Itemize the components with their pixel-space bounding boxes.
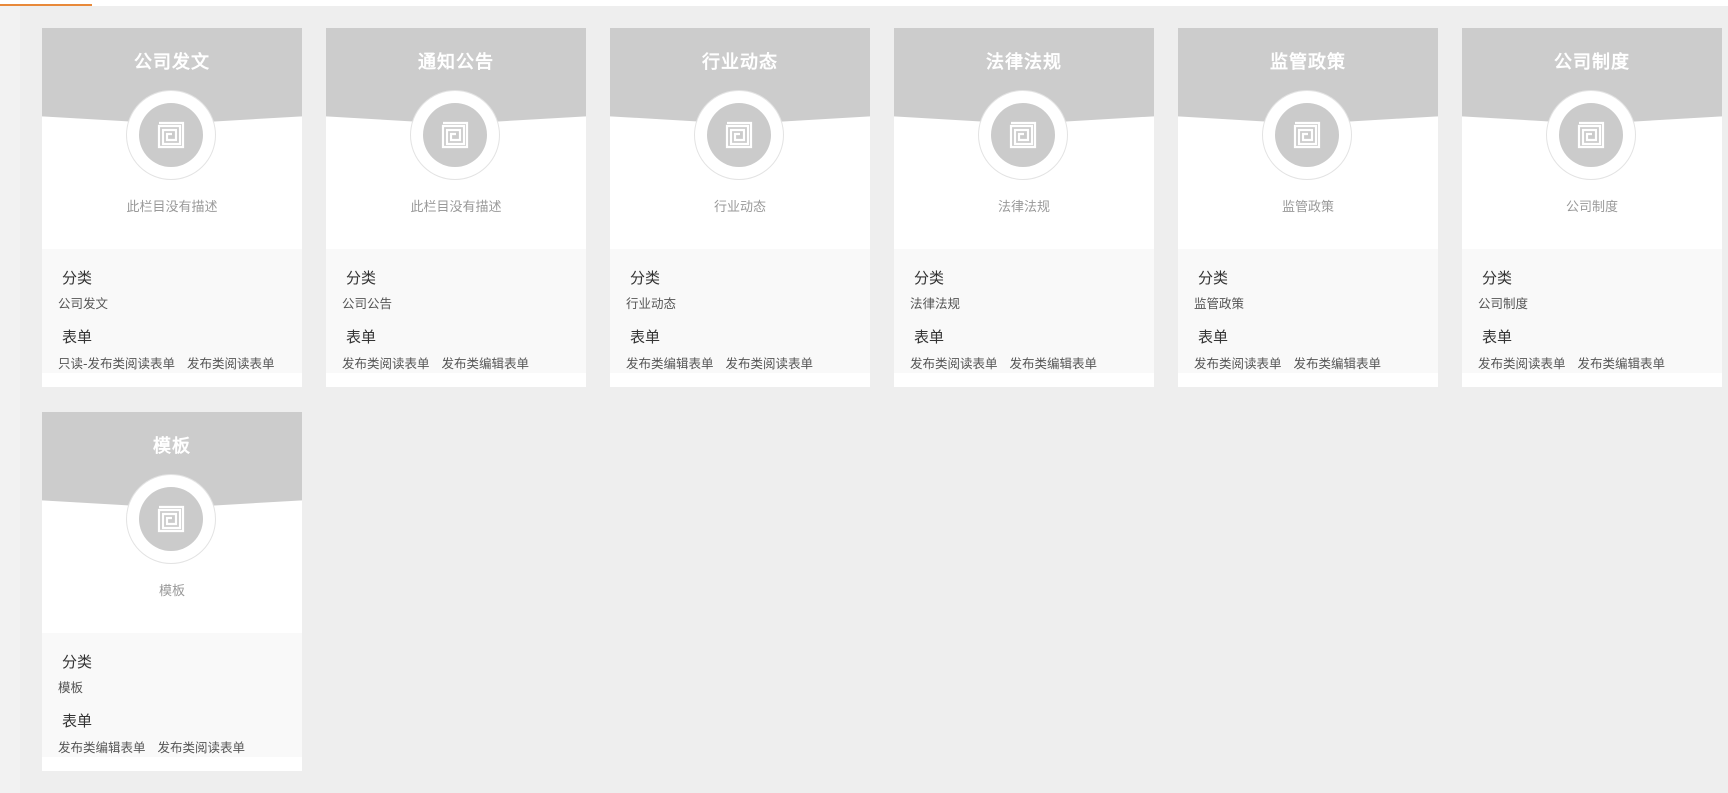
card-description: 公司制度 xyxy=(1565,200,1618,215)
column-card[interactable]: 公司发文 此栏目没有描述 分类 公司发文 表单 只读-发布类阅读表单 发布类阅读表… xyxy=(42,28,302,387)
card-icon-ring xyxy=(1262,90,1352,180)
card-title: 监管政策 xyxy=(1270,52,1346,73)
form-tag[interactable]: 发布类编辑表单 xyxy=(1010,353,1098,372)
card-description: 此栏目没有描述 xyxy=(410,200,502,215)
column-card[interactable]: 行业动态 行业动态 分类 行业动态 表单 发布类编辑表单 发布类阅读表单 xyxy=(610,28,870,387)
card-icon-disc xyxy=(139,103,203,167)
form-tag[interactable]: 发布类阅读表单 xyxy=(726,353,814,372)
form-label: 表单 xyxy=(630,328,661,346)
category-label: 分类 xyxy=(62,269,93,287)
column-card[interactable]: 监管政策 监管政策 分类 监管政策 表单 发布类阅读表单 发布类编辑表单 xyxy=(1178,28,1438,387)
category-label: 分类 xyxy=(62,653,93,671)
column-spiral-icon xyxy=(157,505,185,533)
card-description: 此栏目没有描述 xyxy=(126,200,218,215)
form-list: 发布类阅读表单 发布类编辑表单 xyxy=(910,353,1109,372)
card-title: 行业动态 xyxy=(702,52,778,73)
card-icon-ring xyxy=(410,90,500,180)
form-list: 发布类阅读表单 发布类编辑表单 xyxy=(1478,353,1677,372)
card-icon-disc xyxy=(707,103,771,167)
category-label: 分类 xyxy=(914,269,945,287)
column-spiral-icon xyxy=(441,121,469,149)
form-list: 发布类编辑表单 发布类阅读表单 xyxy=(626,353,825,372)
card-info-area: 分类 行业动态 表单 发布类编辑表单 发布类阅读表单 xyxy=(610,249,870,373)
form-tag[interactable]: 发布类编辑表单 xyxy=(626,353,714,372)
card-description: 行业动态 xyxy=(713,200,766,215)
category-label: 分类 xyxy=(630,269,661,287)
category-value: 行业动态 xyxy=(626,296,677,311)
form-tag[interactable]: 发布类阅读表单 xyxy=(1478,353,1566,372)
column-spiral-icon xyxy=(1009,121,1037,149)
card-icon-ring xyxy=(978,90,1068,180)
column-card[interactable]: 公司制度 公司制度 分类 公司制度 表单 发布类阅读表单 发布类编辑表单 xyxy=(1462,28,1722,387)
card-description: 法律法规 xyxy=(997,200,1050,215)
category-value: 公司公告 xyxy=(342,296,393,311)
card-title: 公司发文 xyxy=(134,52,210,73)
content-panel: 公司发文 此栏目没有描述 分类 公司发文 表单 只读-发布类阅读表单 发布类阅读表… xyxy=(20,6,1728,793)
form-label: 表单 xyxy=(1482,328,1513,346)
card-icon-ring xyxy=(126,474,216,564)
card-title: 模板 xyxy=(153,436,191,457)
card-info-area: 分类 公司公告 表单 发布类阅读表单 发布类编辑表单 xyxy=(326,249,586,373)
form-tag[interactable]: 发布类编辑表单 xyxy=(1578,353,1666,372)
form-tag[interactable]: 发布类阅读表单 xyxy=(187,353,275,372)
column-card-grid: 公司发文 此栏目没有描述 分类 公司发文 表单 只读-发布类阅读表单 发布类阅读表… xyxy=(42,28,1722,771)
column-spiral-icon xyxy=(725,121,753,149)
card-icon-disc xyxy=(991,103,1055,167)
category-value: 法律法规 xyxy=(910,296,961,311)
form-tag[interactable]: 发布类阅读表单 xyxy=(342,353,430,372)
category-label: 分类 xyxy=(1482,269,1513,287)
card-icon-ring xyxy=(126,90,216,180)
card-icon-disc xyxy=(1275,103,1339,167)
form-tag[interactable]: 发布类阅读表单 xyxy=(158,737,246,756)
card-icon-disc xyxy=(423,103,487,167)
card-title: 通知公告 xyxy=(418,52,494,73)
card-info-area: 分类 监管政策 表单 发布类阅读表单 发布类编辑表单 xyxy=(1178,249,1438,373)
form-label: 表单 xyxy=(914,328,945,346)
category-value: 公司制度 xyxy=(1478,296,1529,311)
column-card[interactable]: 法律法规 法律法规 分类 法律法规 表单 发布类阅读表单 发布类编辑表单 xyxy=(894,28,1154,387)
category-value: 监管政策 xyxy=(1194,296,1245,311)
card-icon-ring xyxy=(694,90,784,180)
column-card[interactable]: 模板 模板 分类 模板 表单 发布类编辑表单 发布类阅读表单 xyxy=(42,412,302,771)
card-info-area: 分类 公司制度 表单 发布类阅读表单 发布类编辑表单 xyxy=(1462,249,1722,373)
column-spiral-icon xyxy=(157,121,185,149)
form-list: 发布类阅读表单 发布类编辑表单 xyxy=(1194,353,1393,372)
category-label: 分类 xyxy=(1198,269,1229,287)
card-info-area: 分类 模板 表单 发布类编辑表单 发布类阅读表单 xyxy=(42,633,302,757)
form-label: 表单 xyxy=(62,328,93,346)
column-spiral-icon xyxy=(1293,121,1321,149)
card-icon-ring xyxy=(1546,90,1636,180)
form-tag[interactable]: 发布类阅读表单 xyxy=(1194,353,1282,372)
card-info-area: 分类 公司发文 表单 只读-发布类阅读表单 发布类阅读表单 xyxy=(42,249,302,373)
card-title: 公司制度 xyxy=(1554,52,1630,73)
card-icon-disc xyxy=(1559,103,1623,167)
form-tag[interactable]: 发布类编辑表单 xyxy=(58,737,146,756)
form-tag[interactable]: 发布类编辑表单 xyxy=(442,353,530,372)
form-tag[interactable]: 发布类阅读表单 xyxy=(910,353,998,372)
column-spiral-icon xyxy=(1577,121,1605,149)
form-list: 发布类编辑表单 发布类阅读表单 xyxy=(58,737,257,756)
column-card[interactable]: 通知公告 此栏目没有描述 分类 公司公告 表单 发布类阅读表单 发布类编辑表单 xyxy=(326,28,586,387)
form-label: 表单 xyxy=(346,328,377,346)
form-tag[interactable]: 发布类编辑表单 xyxy=(1294,353,1382,372)
category-label: 分类 xyxy=(346,269,377,287)
form-list: 发布类阅读表单 发布类编辑表单 xyxy=(342,353,541,372)
card-description: 模板 xyxy=(158,584,185,599)
category-value: 公司发文 xyxy=(58,296,109,311)
card-icon-disc xyxy=(139,487,203,551)
card-info-area: 分类 法律法规 表单 发布类阅读表单 发布类编辑表单 xyxy=(894,249,1154,373)
card-description: 监管政策 xyxy=(1281,200,1334,215)
form-list: 只读-发布类阅读表单 发布类阅读表单 xyxy=(58,353,287,372)
form-tag[interactable]: 只读-发布类阅读表单 xyxy=(58,353,175,372)
form-label: 表单 xyxy=(62,712,93,730)
card-title: 法律法规 xyxy=(986,52,1062,73)
form-label: 表单 xyxy=(1198,328,1229,346)
category-value: 模板 xyxy=(58,680,84,695)
